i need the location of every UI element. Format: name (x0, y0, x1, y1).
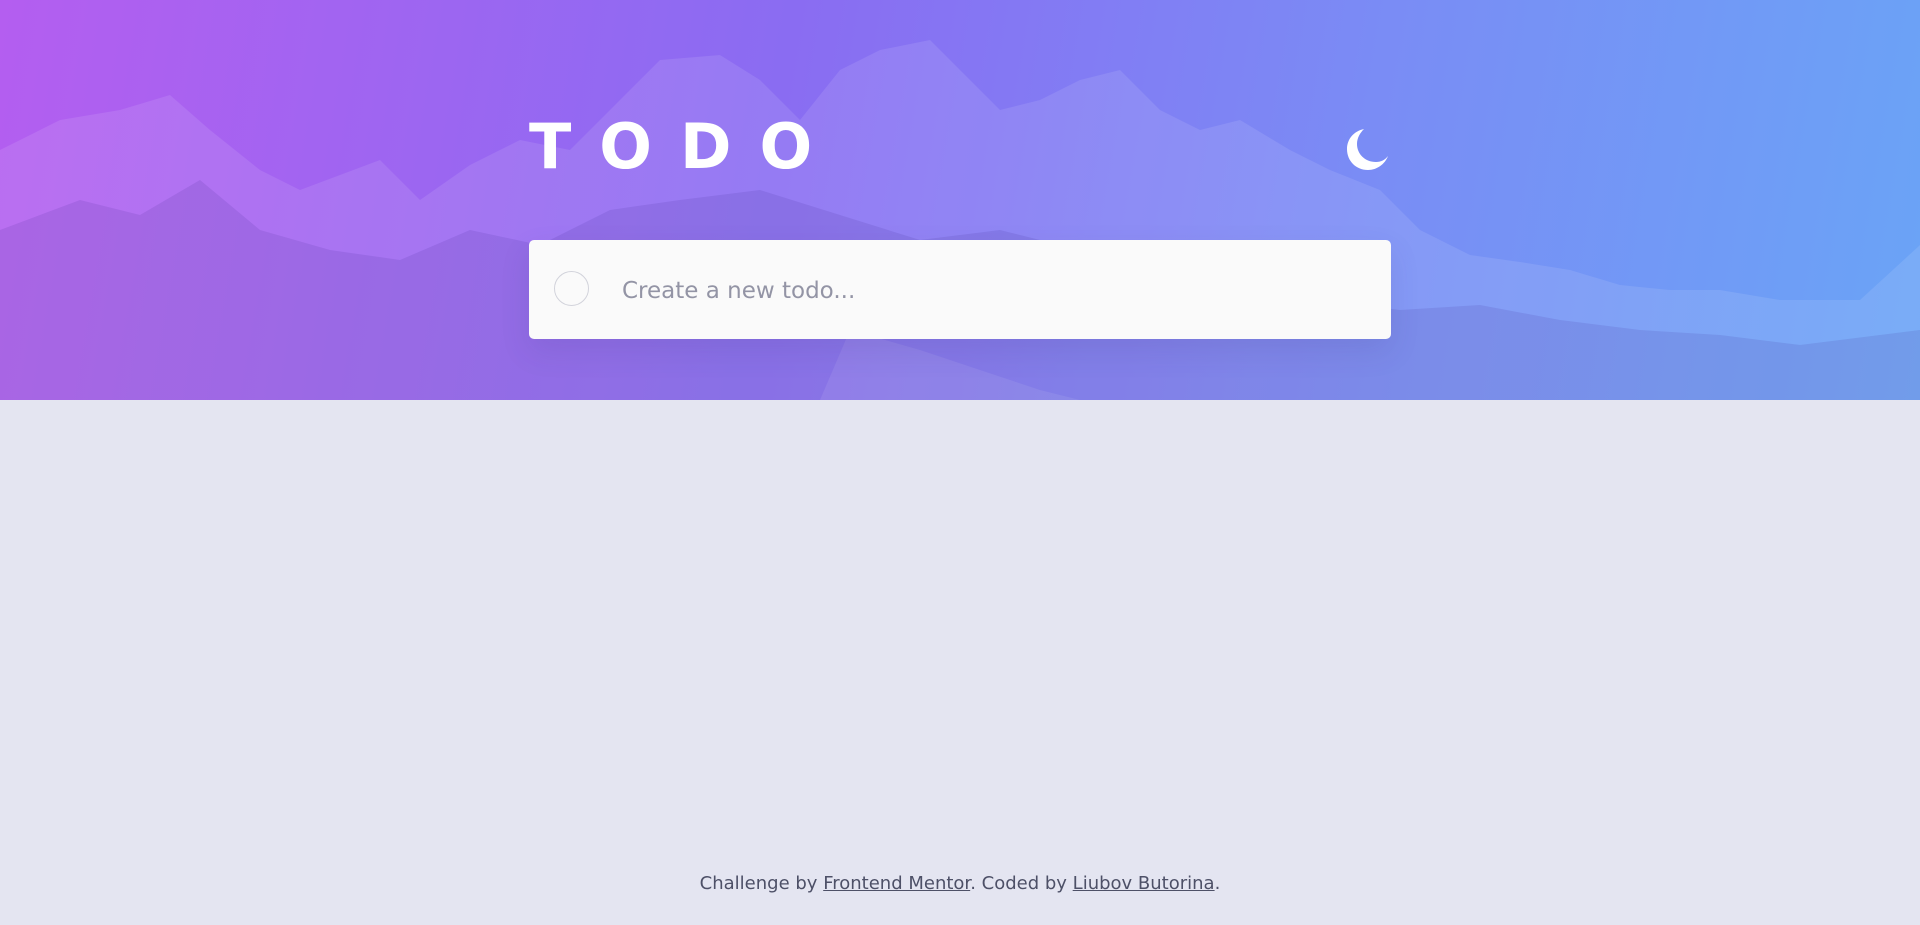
footer-middle: . Coded by (970, 873, 1073, 894)
footer-prefix: Challenge by (699, 873, 824, 894)
new-todo-input[interactable] (620, 262, 1364, 320)
mountain-background-image (0, 40, 1920, 400)
author-link[interactable]: Liubov Butorina (1073, 873, 1215, 894)
footer-attribution: Challenge by Frontend Mentor. Coded by L… (0, 873, 1920, 894)
new-todo-bar (529, 240, 1391, 339)
footer-suffix: . (1214, 873, 1221, 894)
theme-toggle-button[interactable] (1345, 126, 1391, 172)
hero-banner (0, 0, 1920, 400)
new-todo-check-circle[interactable] (554, 271, 589, 306)
app-title: TODO (529, 110, 841, 183)
moon-icon (1347, 129, 1388, 170)
header: TODO (529, 112, 1391, 182)
frontend-mentor-link[interactable]: Frontend Mentor (823, 873, 970, 894)
